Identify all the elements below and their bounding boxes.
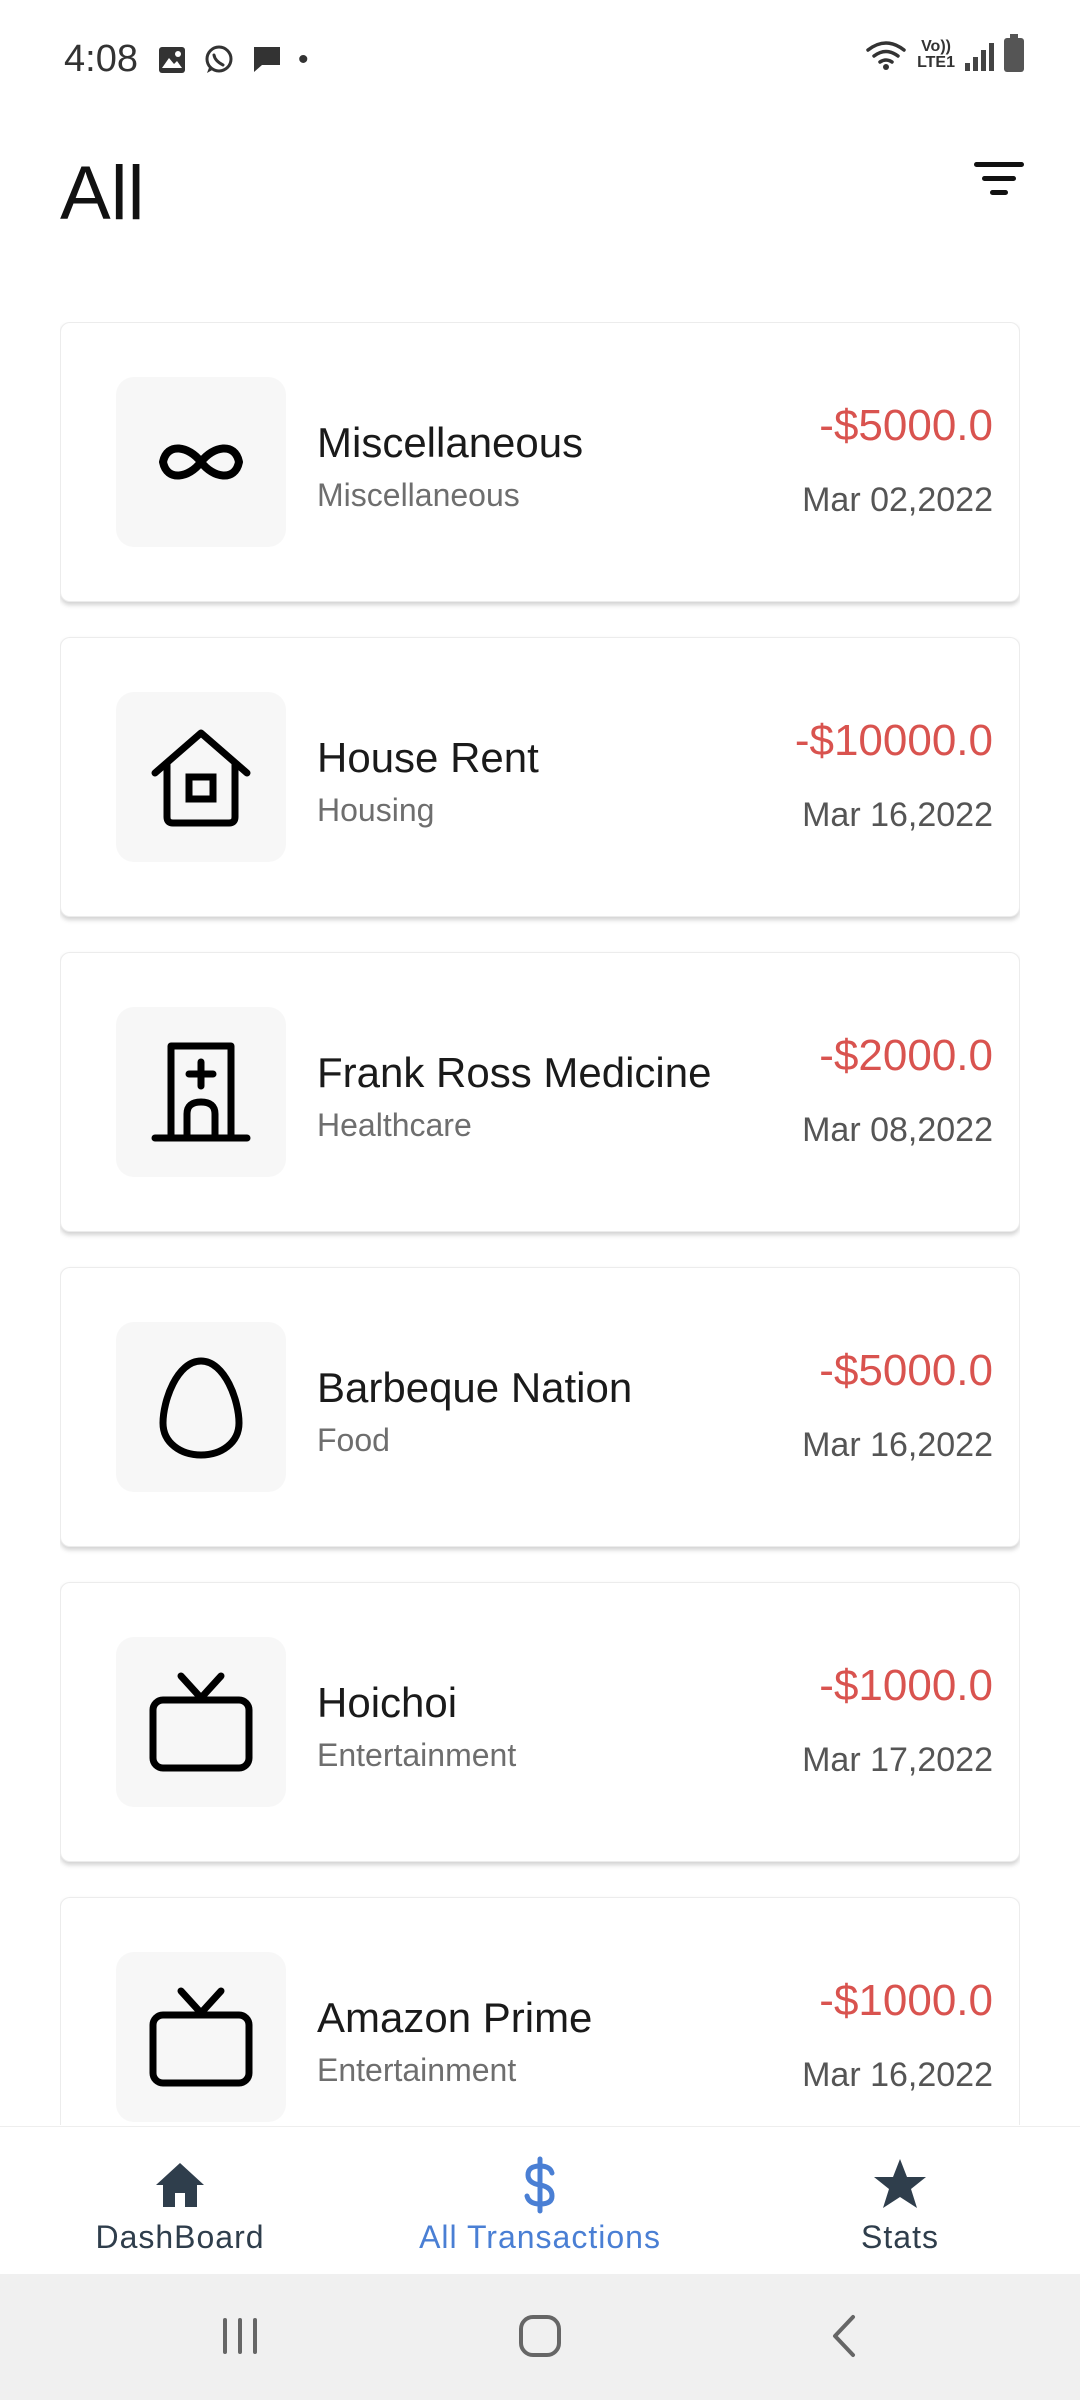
transaction-card[interactable]: Miscellaneous Miscellaneous -$5000.0 Mar… — [60, 322, 1020, 602]
battery-icon — [1004, 34, 1024, 72]
transaction-amount: -$5000.0 — [819, 1346, 993, 1395]
transaction-amount: -$2000.0 — [819, 1031, 993, 1080]
nav-label-all-transactions: All Transactions — [419, 2219, 661, 2255]
category-icon-tile — [116, 1007, 286, 1177]
transaction-card[interactable]: Barbeque Nation Food -$5000.0 Mar 16,202… — [60, 1267, 1020, 1547]
transaction-category: Housing — [317, 792, 435, 828]
nav-item-all-transactions[interactable]: All Transactions — [390, 2127, 690, 2275]
home-button[interactable] — [500, 2300, 580, 2372]
transaction-amount: -$1000.0 — [819, 1976, 993, 2025]
filter-icon[interactable] — [974, 158, 1024, 202]
egg-icon — [159, 1357, 243, 1459]
transaction-title: Barbeque Nation — [317, 1364, 633, 1411]
transaction-date: Mar 16,2022 — [802, 796, 993, 834]
transaction-category: Entertainment — [317, 1737, 517, 1773]
tv-icon — [149, 1672, 253, 1772]
category-icon-tile — [116, 1952, 286, 2122]
gallery-icon — [159, 47, 185, 73]
category-icon-tile — [116, 377, 286, 547]
dollar-icon — [524, 2156, 555, 2214]
recent-apps-icon — [223, 2318, 257, 2354]
status-notification-icons: • — [156, 40, 309, 80]
transaction-amount: -$1000.0 — [819, 1661, 993, 1710]
transaction-title: Amazon Prime — [317, 1994, 593, 2041]
bottom-navigation: DashBoard All Transactions Stats — [0, 2126, 1080, 2275]
whatsapp-icon — [205, 45, 233, 73]
tv-icon — [149, 1987, 253, 2087]
status-system-icons: Vo)) LTE1 — [865, 34, 1024, 72]
transaction-card[interactable]: Frank Ross Medicine Healthcare -$2000.0 … — [60, 952, 1020, 1232]
page-title: All — [60, 151, 145, 236]
nav-label-dashboard: DashBoard — [95, 2219, 265, 2255]
transaction-card[interactable]: Amazon Prime Entertainment -$1000.0 Mar … — [60, 1897, 1020, 2125]
back-icon — [833, 2315, 855, 2357]
transaction-category: Miscellaneous — [317, 477, 520, 513]
transaction-title: Miscellaneous — [317, 419, 584, 466]
transaction-title: Hoichoi — [317, 1679, 458, 1726]
volte-icon: Vo)) LTE1 — [917, 38, 955, 71]
category-icon-tile — [116, 1637, 286, 1807]
transaction-date: Mar 17,2022 — [802, 1741, 993, 1779]
back-button[interactable] — [805, 2300, 885, 2372]
status-bar: 4:08 • Vo)) LTE1 — [0, 0, 1080, 120]
nav-item-stats[interactable]: Stats — [750, 2127, 1050, 2275]
transaction-card[interactable]: House Rent Housing -$10000.0 Mar 16,2022 — [60, 637, 1020, 917]
transaction-card[interactable]: Hoichoi Entertainment -$1000.0 Mar 17,20… — [60, 1582, 1020, 1862]
category-icon-tile — [116, 692, 286, 862]
transaction-title: Frank Ross Medicine — [317, 1049, 712, 1096]
transaction-list[interactable]: Miscellaneous Miscellaneous -$5000.0 Mar… — [60, 322, 1020, 2125]
transaction-date: Mar 16,2022 — [802, 2056, 993, 2094]
home-circle-icon — [519, 2315, 561, 2357]
signal-icon — [965, 39, 994, 71]
more-notifications-dot: • — [298, 43, 309, 76]
transaction-date: Mar 16,2022 — [802, 1426, 993, 1464]
transaction-title: House Rent — [317, 734, 539, 781]
transaction-date: Mar 02,2022 — [802, 481, 993, 519]
transaction-amount: -$10000.0 — [794, 716, 993, 765]
transaction-category: Entertainment — [317, 2052, 517, 2088]
transaction-category: Food — [317, 1422, 390, 1458]
category-icon-tile — [116, 1322, 286, 1492]
transaction-category: Healthcare — [317, 1107, 472, 1143]
house-icon — [151, 729, 251, 827]
hospital-icon — [151, 1042, 251, 1142]
transaction-date: Mar 08,2022 — [802, 1111, 993, 1149]
nav-label-stats: Stats — [861, 2219, 939, 2255]
transaction-amount: -$5000.0 — [819, 401, 993, 450]
wifi-icon — [866, 41, 906, 70]
home-icon — [156, 2163, 204, 2207]
system-navigation-bar — [0, 2274, 1080, 2400]
nav-item-dashboard[interactable]: DashBoard — [30, 2127, 330, 2275]
recent-apps-button[interactable] — [200, 2300, 280, 2372]
star-icon — [874, 2159, 926, 2208]
status-time: 4:08 — [64, 38, 138, 80]
infinity-icon — [159, 444, 243, 480]
message-icon — [254, 47, 280, 72]
